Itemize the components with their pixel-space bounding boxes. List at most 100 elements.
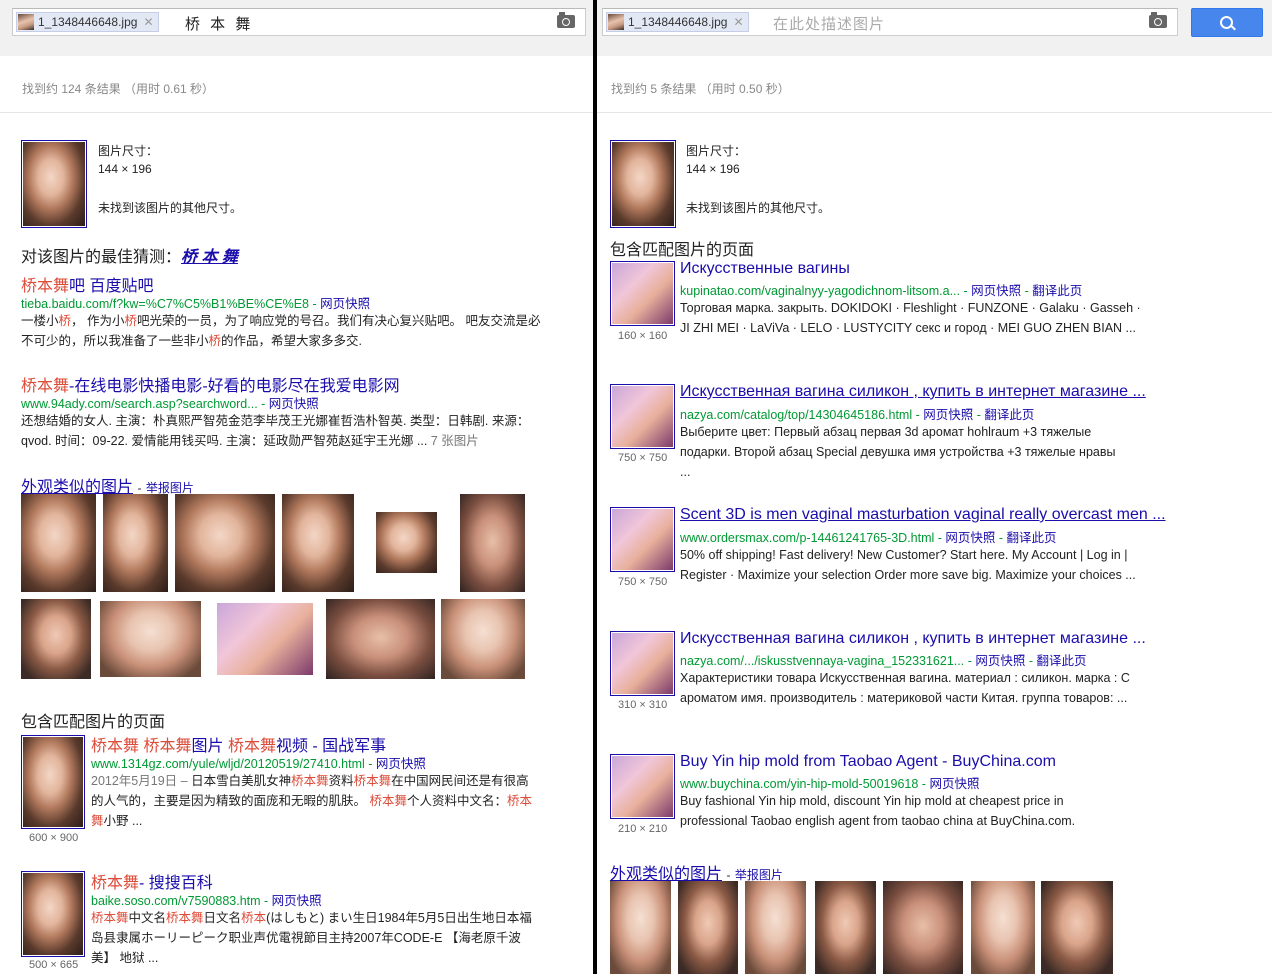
match-url-2: nazya.com/catalog/top/14304645186.html -…: [680, 408, 1035, 422]
query-image-thumbnail: [608, 14, 624, 30]
result-url-text: nazya.com/.../iskusstvennaya-vagina_1523…: [680, 654, 965, 668]
snippet-highlight: 桥本舞: [291, 774, 329, 788]
cache-link[interactable]: 网页快照: [320, 297, 370, 311]
match-size-1: 160 × 160: [618, 330, 668, 342]
cache-link[interactable]: 网页快照: [269, 397, 319, 411]
cache-link[interactable]: 网页快照: [975, 654, 1025, 668]
result-snippet-1: 一楼小桥， 作为小桥吧光荣的一员，为了响应党的号召。我们有决心复兴贴吧。 吧友交…: [21, 311, 541, 351]
match-url-2: baike.soso.com/v7590883.htm - 网页快照: [91, 894, 322, 908]
match-thumb-5[interactable]: [610, 754, 675, 819]
match-title-1[interactable]: Искусственные вагины: [680, 260, 850, 278]
search-input[interactable]: 1_1348446648.jpg ✕ 在此处描述图片: [602, 8, 1178, 36]
similar-image-thumb[interactable]: [610, 881, 671, 974]
image-query-chip[interactable]: 1_1348446648.jpg ✕: [606, 12, 749, 32]
query-image[interactable]: [21, 140, 87, 228]
similar-image-thumb[interactable]: [175, 494, 275, 592]
query-image[interactable]: [610, 140, 676, 228]
match-snippet-5: Buy fashional Yin hip mold, discount Yin…: [680, 794, 1076, 828]
similar-image-thumb[interactable]: [376, 512, 437, 573]
cache-link[interactable]: 网页快照: [272, 894, 322, 908]
snippet-text: 日文名: [203, 911, 242, 925]
translate-link[interactable]: 翻译此页: [1036, 654, 1086, 668]
search-input[interactable]: 1_1348446648.jpg ✕ 桥 本 舞: [12, 8, 586, 36]
image-size-value: 144 × 196: [686, 162, 740, 176]
similar-image-thumb[interactable]: [441, 599, 525, 679]
best-guess-label: 对该图片的最佳猜测：: [21, 249, 182, 266]
match-size-5: 210 × 210: [618, 823, 668, 835]
search-bar-area: 1_1348446648.jpg ✕ 在此处描述图片: [597, 0, 1272, 56]
translate-link[interactable]: 翻译此页: [1007, 531, 1057, 545]
snippet-highlight: 桥本舞: [166, 911, 204, 925]
similar-image-thumb[interactable]: [282, 494, 354, 592]
report-image-link[interactable]: 举报图片: [735, 868, 783, 882]
query-text[interactable]: 桥 本 舞: [185, 13, 253, 34]
best-guess-link[interactable]: 桥 本 舞: [181, 249, 238, 266]
cache-link[interactable]: 网页快照: [945, 531, 995, 545]
result-url-text: tieba.baidu.com/f?kw=%C7%C5%B1%BE%CE%E8: [21, 297, 309, 311]
match-url-1: kupinatao.com/vaginalnyy-yagodichnom-lit…: [680, 284, 1083, 298]
match-size-1: 600 × 900: [29, 832, 79, 844]
similar-image-thumb[interactable]: [100, 601, 201, 677]
match-title-2[interactable]: Искусственная вагина силикон , купить в …: [680, 383, 1146, 401]
report-image-link[interactable]: 举报图片: [146, 481, 194, 495]
search-bar-area: 1_1348446648.jpg ✕ 桥 本 舞: [0, 0, 593, 56]
similar-image-thumb[interactable]: [815, 881, 876, 974]
result-url-text: baike.soso.com/v7590883.htm: [91, 894, 261, 908]
query-placeholder[interactable]: 在此处描述图片: [773, 13, 885, 34]
image-size-value: 144 × 196: [98, 162, 152, 176]
translate-link[interactable]: 翻译此页: [1032, 284, 1082, 298]
snippet-text: 的作品，希望大家多多交.: [221, 334, 363, 348]
search-icon: [1220, 16, 1233, 29]
result-url-text: www.ordersmax.com/p-14461241765-3D.html: [680, 531, 935, 545]
similar-image-thumb[interactable]: [103, 494, 168, 592]
snippet-highlight: 桥: [208, 334, 222, 348]
similar-image-thumb[interactable]: [21, 494, 96, 592]
cache-link[interactable]: 网页快照: [929, 777, 979, 791]
match-url-4: nazya.com/.../iskusstvennaya-vagina_1523…: [680, 654, 1087, 668]
match-thumb-4[interactable]: [610, 631, 675, 696]
match-thumb-1[interactable]: [21, 735, 85, 829]
divider-line: [597, 112, 1272, 113]
result-snippet-2: 还想结婚的女人. 主演：朴真熙严智苑金范李毕茂王光娜崔哲浩朴智英. 类型：日韩剧…: [21, 411, 541, 451]
remove-image-icon[interactable]: ✕: [143, 15, 153, 29]
similar-image-thumb[interactable]: [883, 881, 963, 974]
similar-image-thumb[interactable]: [217, 603, 313, 675]
query-image-thumbnail: [18, 14, 34, 30]
snippet-text: 中文名: [128, 911, 167, 925]
match-thumb-1[interactable]: [610, 261, 675, 326]
search-button[interactable]: [1191, 8, 1263, 37]
similar-image-thumb[interactable]: [21, 599, 91, 679]
result-url-text: www.1314gz.com/yule/wljd/20120519/27410.…: [91, 757, 365, 771]
camera-icon[interactable]: [1149, 12, 1167, 28]
match-title-5[interactable]: Buy Yin hip mold from Taobao Agent - Buy…: [680, 753, 1056, 771]
match-snippet-1: 2012年5月19日 – 日本雪白美肌女神桥本舞资料桥本舞在中国网民间还是有很高…: [91, 771, 536, 831]
cache-link[interactable]: 网页快照: [971, 284, 1021, 298]
cache-link[interactable]: 网页快照: [923, 408, 973, 422]
result-url-text: www.94ady.com/search.asp?searchword...: [21, 397, 258, 411]
result-url-text: nazya.com/catalog/top/14304645186.html: [680, 408, 913, 422]
similar-image-thumb[interactable]: [971, 881, 1035, 974]
snippet-text: ， 作为小: [71, 314, 125, 328]
match-snippet-4: Характеристики товара Искусственная ваги…: [680, 671, 1130, 705]
snippet-text: 资料: [328, 774, 354, 788]
translate-link[interactable]: 翻译此页: [984, 408, 1034, 422]
similar-image-thumb[interactable]: [1041, 881, 1113, 974]
similar-image-thumb[interactable]: [678, 881, 738, 974]
image-query-chip[interactable]: 1_1348446648.jpg ✕: [16, 12, 159, 32]
match-url-3: www.ordersmax.com/p-14461241765-3D.html …: [680, 531, 1057, 545]
remove-image-icon[interactable]: ✕: [733, 15, 743, 29]
match-thumb-3[interactable]: [610, 507, 675, 572]
cache-link[interactable]: 网页快照: [376, 757, 426, 771]
query-image-filename: 1_1348446648.jpg: [628, 15, 728, 29]
similar-image-thumb[interactable]: [326, 599, 435, 679]
match-thumb-2[interactable]: [21, 871, 85, 957]
similar-image-thumb[interactable]: [460, 494, 525, 592]
similar-image-thumb[interactable]: [745, 881, 806, 974]
camera-icon[interactable]: [557, 12, 575, 28]
match-title-3[interactable]: Scent 3D is men vaginal masturbation vag…: [680, 506, 1166, 524]
match-title-4[interactable]: Искусственная вагина силикон , купить в …: [680, 630, 1146, 648]
match-thumb-2[interactable]: [610, 384, 675, 449]
result-url-1: tieba.baidu.com/f?kw=%C7%C5%B1%BE%CE%E8 …: [21, 297, 371, 311]
divider-line: [0, 112, 593, 113]
match-snippet-1: Торговая марка. закрыть. DOKIDOKI · Fles…: [680, 301, 1141, 335]
